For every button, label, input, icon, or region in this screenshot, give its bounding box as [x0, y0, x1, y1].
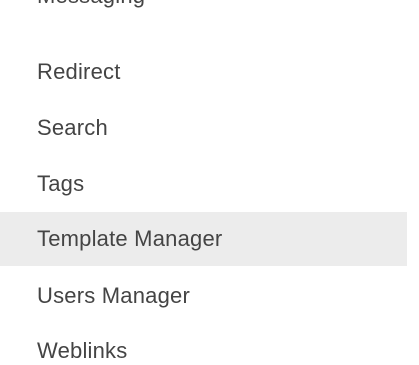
menu-item-label: Redirect	[37, 59, 121, 84]
menu-item-label: Tags	[37, 171, 85, 196]
menu-item-label: Search	[37, 115, 108, 140]
menu-item-label: Messaging	[37, 0, 145, 9]
menu-item-tags[interactable]: Tags	[0, 157, 407, 211]
menu-item-label: Template Manager	[37, 226, 223, 251]
components-menu: Messaging Redirect Search Tags Template …	[0, 0, 419, 365]
menu-item-weblinks[interactable]: Weblinks	[0, 324, 407, 365]
menu-item-users-manager[interactable]: Users Manager	[0, 269, 407, 323]
menu-item-label: Users Manager	[37, 283, 190, 308]
menu-item-template-manager[interactable]: Template Manager	[0, 212, 407, 266]
menu-item-search[interactable]: Search	[0, 101, 407, 155]
menu-item-label: Weblinks	[37, 338, 128, 363]
menu-item-partial[interactable]: Messaging	[0, 0, 419, 30]
menu-item-redirect[interactable]: Redirect	[0, 45, 407, 99]
